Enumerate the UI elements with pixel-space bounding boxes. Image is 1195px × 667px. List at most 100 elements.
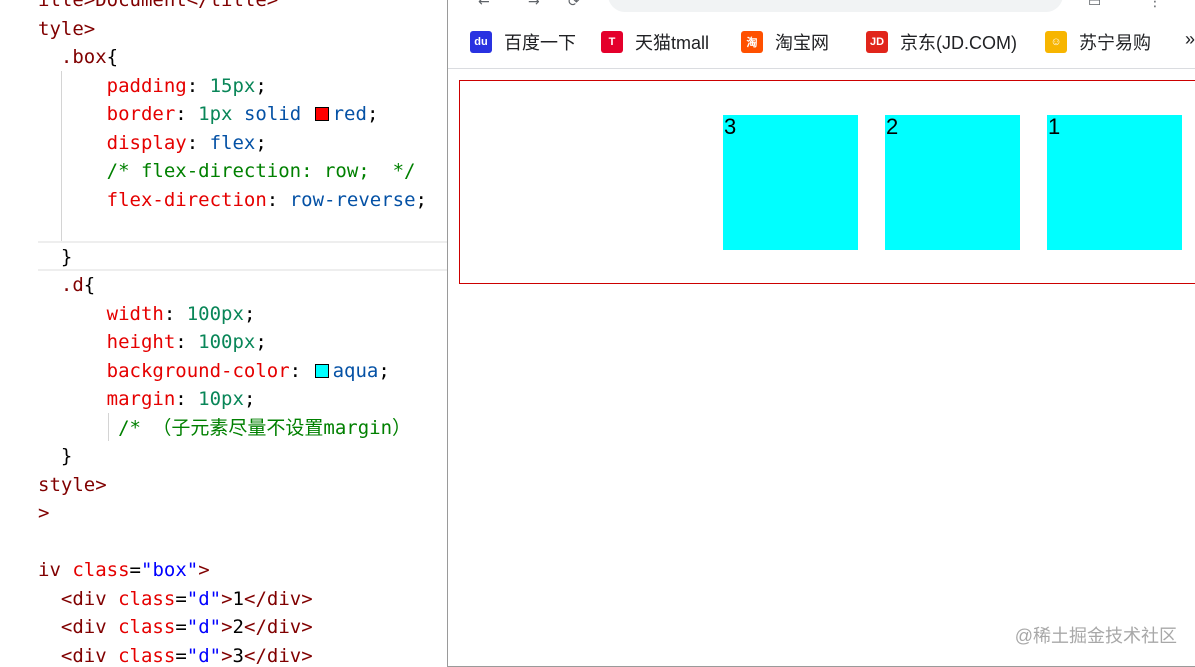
watermark: @稀土掘金技术社区 <box>1014 626 1177 646</box>
code-line: height: 100px; <box>38 328 267 356</box>
code-line: } <box>38 442 72 470</box>
code-token: > <box>198 559 210 581</box>
current-line-highlight <box>38 241 447 271</box>
code-token: ; <box>243 302 256 325</box>
code-token: { <box>83 274 96 296</box>
code-line: <div class="d">2</div> <box>38 613 313 641</box>
code-token: : <box>186 131 210 154</box>
code-token: = <box>175 644 187 667</box>
forward-icon[interactable]: → <box>528 0 540 10</box>
code-line: /* （子元素尽量不设置margin） <box>38 414 411 442</box>
code-token: itle>Document</title> <box>38 0 279 11</box>
code-token: flex <box>209 131 256 154</box>
code-token: .box <box>60 46 107 68</box>
code-token: style> <box>38 473 107 496</box>
code-token: iv <box>38 559 61 581</box>
code-line: background-color: aqua; <box>38 357 390 385</box>
menu-icon[interactable]: ⋮ <box>1148 0 1162 10</box>
code-token: "box" <box>141 559 199 581</box>
code-token: <div <box>60 644 107 667</box>
extension-icon[interactable]: ▭ <box>1088 0 1101 10</box>
bookmark-label: 淘宝网 <box>775 33 829 53</box>
code-line: padding: 15px; <box>38 72 267 100</box>
back-icon[interactable]: ← <box>478 0 490 10</box>
code-token: "d" <box>186 587 222 610</box>
browser-toolbar: ← → ⟳ ▭ ⋮ <box>448 0 1195 14</box>
code-token: .d <box>60 274 84 296</box>
bookmark-suning[interactable]: ☺ 苏宁易购 <box>1045 29 1151 55</box>
code-token: : <box>175 331 199 353</box>
code-token: > <box>221 644 233 667</box>
code-token: ; <box>255 74 267 97</box>
code-token: ; <box>366 103 379 125</box>
color-swatch[interactable] <box>314 107 329 121</box>
flex-item: 1 <box>1047 115 1182 250</box>
reload-icon[interactable]: ⟳ <box>568 0 580 10</box>
code-token: </div> <box>244 644 313 667</box>
jd-icon: JD <box>866 31 888 53</box>
code-token: flex-direction <box>106 188 267 211</box>
code-line: width: 100px; <box>38 300 256 328</box>
color-swatch[interactable] <box>314 363 329 378</box>
code-token: class <box>118 644 176 667</box>
code-editor[interactable]: itle>Document</title> tyle> .box{ padding… <box>0 0 447 667</box>
bookmark-baidu[interactable]: du 百度一下 <box>470 29 576 55</box>
code-line: flex-direction: row-reverse; <box>38 186 427 214</box>
bookmark-tmall[interactable]: T 天猫tmall <box>601 29 709 55</box>
flex-container-box: 321 <box>459 80 1195 284</box>
code-token: : <box>163 302 187 325</box>
code-token: = <box>175 616 187 638</box>
address-bar[interactable] <box>608 0 1063 12</box>
code-token: 100px <box>186 302 244 325</box>
bookmark-label: 苏宁易购 <box>1079 33 1151 53</box>
code-token: { <box>106 46 119 68</box>
code-line: > <box>38 499 49 527</box>
bookmark-label: 百度一下 <box>504 33 576 53</box>
code-token: 15px <box>209 74 256 97</box>
code-token: } <box>38 445 73 467</box>
code-line: <div class="d">1</div> <box>38 585 313 613</box>
code-token: ; <box>415 188 427 211</box>
code-token: 3 <box>232 644 244 667</box>
code-line: /* flex-direction: row; */ <box>38 157 416 185</box>
code-token: } <box>38 245 73 268</box>
code-token: 2 <box>232 616 244 638</box>
code-token: background-color <box>106 359 290 382</box>
baidu-icon: du <box>470 31 492 53</box>
code-line: margin: 10px; <box>38 385 256 413</box>
code-token: padding <box>106 74 187 97</box>
code-line: <div class="d">3</div> <box>38 642 313 667</box>
bookmark-taobao[interactable]: 淘淘宝网 <box>741 29 829 55</box>
flex-item: 2 <box>885 115 1020 250</box>
code-token: : <box>266 188 290 211</box>
code-token: aqua <box>332 359 379 382</box>
bookmark-label: 京东(JD.COM) <box>900 33 1017 53</box>
bookmark-jd[interactable]: JD 京东(JD.COM) <box>866 29 1017 55</box>
code-token: 1 <box>232 587 244 610</box>
code-token: width <box>106 302 164 325</box>
code-token: 1px <box>198 103 233 125</box>
code-token: : <box>175 103 199 125</box>
bookmarks-overflow-icon[interactable]: » <box>1185 29 1195 50</box>
code-line: iv class="box"> <box>38 556 210 584</box>
code-token: ; <box>243 388 256 410</box>
code-token: ; <box>378 359 390 382</box>
code-token: = <box>129 559 141 581</box>
code-token: "d" <box>186 644 222 667</box>
code-line: tyle> <box>38 15 95 43</box>
